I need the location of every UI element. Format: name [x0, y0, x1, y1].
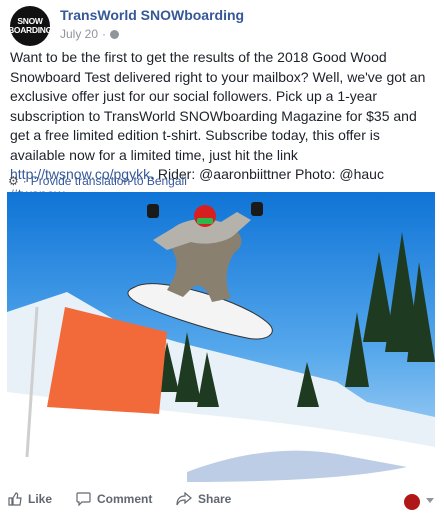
page-name[interactable]: TransWorld SNOWboarding	[60, 7, 244, 23]
avatar-line2: BOARDING	[8, 25, 52, 35]
caret-down-icon[interactable]	[426, 498, 434, 503]
globe-icon[interactable]	[110, 29, 120, 39]
comment-icon	[76, 492, 91, 506]
avatar[interactable]: SNOW BOARDING	[8, 6, 52, 46]
post-text-body: Want to be the first to get the results …	[10, 49, 426, 163]
post-photo[interactable]	[7, 192, 435, 482]
post-date[interactable]: July 20	[60, 27, 98, 41]
translate-row[interactable]: ⚙ · Provide translation to Bengali	[8, 174, 187, 188]
like-button[interactable]: Like	[8, 492, 52, 506]
post-actions: Like Comment Share	[0, 486, 444, 516]
comment-label: Comment	[97, 492, 153, 506]
share-label: Share	[198, 492, 232, 506]
post-meta: July 20 ·	[60, 27, 120, 41]
comment-button[interactable]: Comment	[76, 492, 152, 506]
like-label: Like	[28, 492, 53, 506]
share-icon	[176, 492, 192, 506]
translate-link[interactable]: Provide translation to Bengali	[31, 174, 187, 188]
post-header: SNOW BOARDING TransWorld SNOWboarding Ju…	[8, 6, 434, 46]
gear-icon: ⚙	[8, 174, 19, 188]
share-button[interactable]: Share	[176, 492, 231, 506]
reaction-avatar[interactable]	[404, 494, 420, 510]
thumbs-up-icon	[8, 492, 22, 506]
